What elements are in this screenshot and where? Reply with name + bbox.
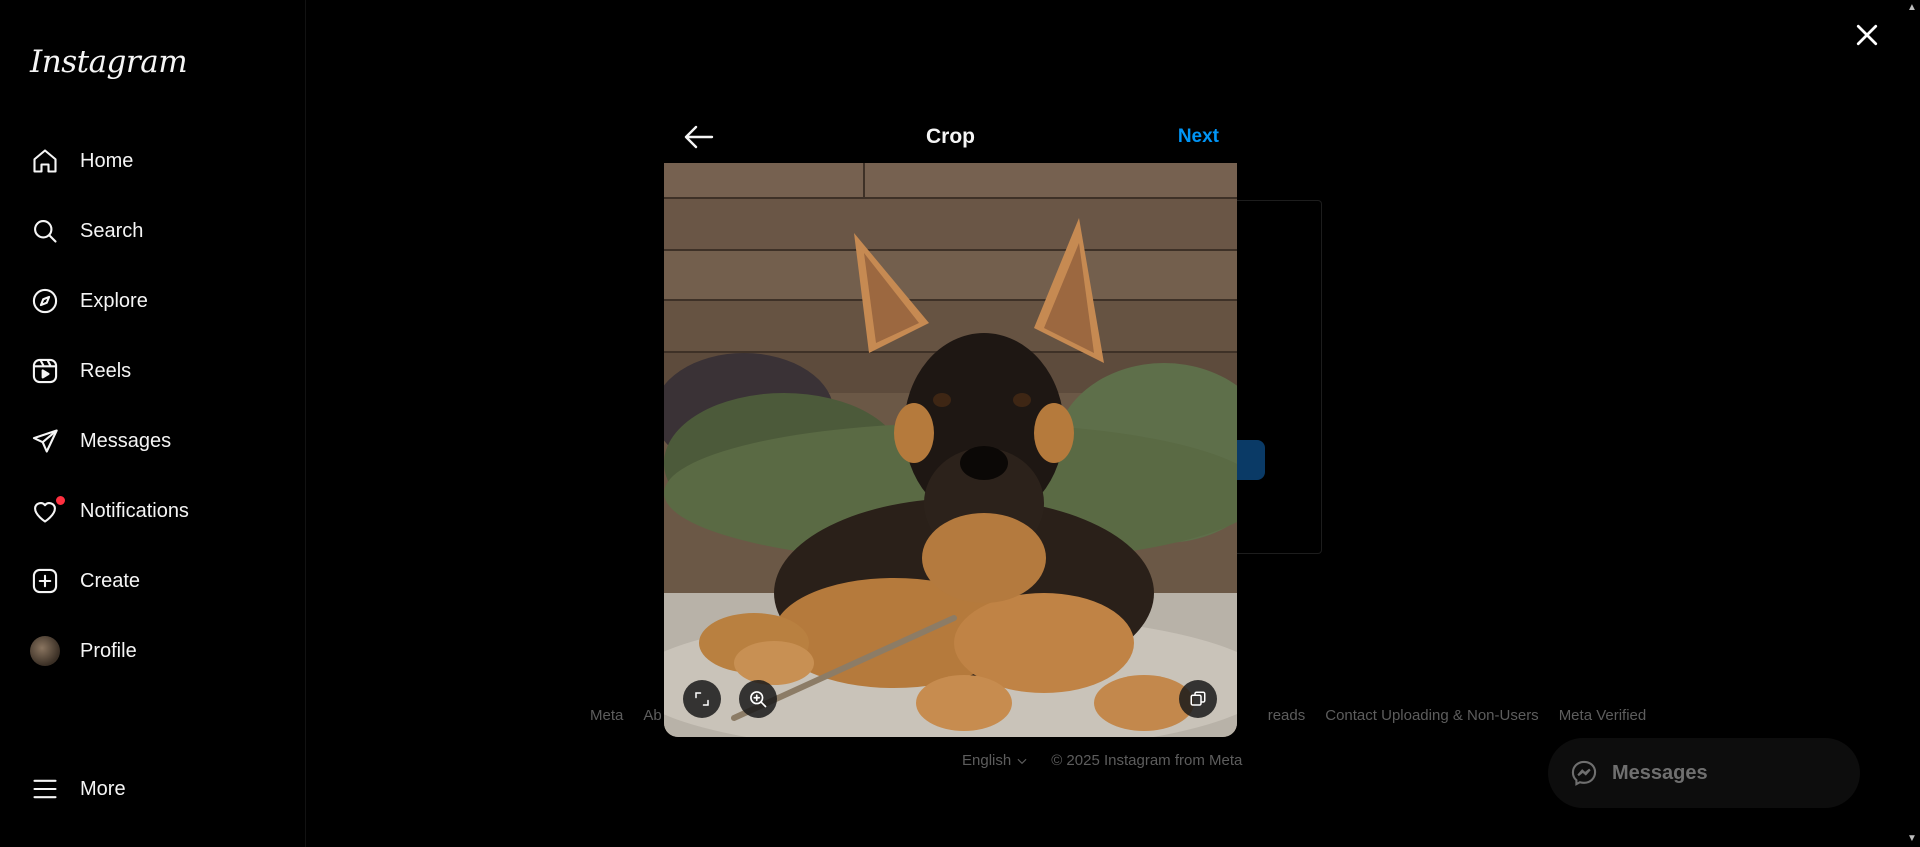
sidebar-item-profile[interactable]: Profile <box>0 624 305 678</box>
aspect-ratio-button[interactable] <box>683 680 721 718</box>
plus-square-icon <box>30 566 60 596</box>
footer-link[interactable]: reads <box>1268 707 1306 724</box>
sidebar-item-label: Messages <box>80 429 172 452</box>
sidebar-item-label: Profile <box>80 639 137 662</box>
next-button[interactable]: Next <box>1178 126 1219 148</box>
modal-header: Crop Next <box>664 112 1237 163</box>
sidebar-item-label: Notifications <box>80 499 189 522</box>
instagram-logo[interactable]: Instagram <box>30 44 188 80</box>
scroll-up-icon[interactable]: ▲ <box>1906 2 1918 13</box>
sidebar-item-label: Explore <box>80 289 148 312</box>
notification-dot <box>55 495 66 506</box>
zoom-button[interactable] <box>739 680 777 718</box>
sidebar-item-reels[interactable]: Reels <box>0 344 305 398</box>
sidebar-item-notifications[interactable]: Notifications <box>0 484 305 538</box>
sidebar-item-create[interactable]: Create <box>0 554 305 608</box>
footer-link[interactable]: Ab <box>643 707 661 724</box>
gallery-icon <box>1190 691 1206 706</box>
sidebar-item-more[interactable]: More <box>0 762 305 816</box>
avatar <box>30 636 60 666</box>
close-icon <box>1856 24 1878 46</box>
copyright: © 2025 Instagram from Meta <box>1051 752 1243 769</box>
sidebar-item-messages[interactable]: Messages <box>0 414 305 468</box>
modal-title: Crop <box>926 125 975 148</box>
messages-pill[interactable]: Messages <box>1548 738 1860 808</box>
close-button[interactable] <box>1852 20 1882 50</box>
footer-link[interactable]: Meta <box>590 707 623 724</box>
search-icon <box>30 216 60 246</box>
compass-icon <box>30 286 60 316</box>
multi-select-button[interactable] <box>1179 680 1217 718</box>
footer-link[interactable]: Contact Uploading & Non-Users <box>1325 707 1538 724</box>
expand-icon <box>695 692 709 706</box>
menu-icon <box>30 774 60 804</box>
sidebar-item-label: Reels <box>80 359 132 382</box>
messages-pill-label: Messages <box>1612 761 1708 784</box>
sidebar-item-explore[interactable]: Explore <box>0 274 305 328</box>
sidebar-item-label: Home <box>80 149 134 172</box>
language-select[interactable]: English <box>962 752 1029 769</box>
sidebar-item-home[interactable]: Home <box>0 134 305 188</box>
footer-link[interactable]: Meta Verified <box>1559 707 1647 724</box>
sidebar-nav: Home Search Explore Reels Messages Notif… <box>0 134 305 694</box>
sidebar-item-label: More <box>80 777 126 800</box>
crop-modal: Crop Next <box>664 112 1237 737</box>
scroll-down-icon[interactable]: ▼ <box>1906 833 1918 844</box>
paper-plane-icon <box>30 426 60 456</box>
photo-preview[interactable] <box>664 163 1237 737</box>
sidebar-item-label: Create <box>80 569 141 592</box>
sidebar-item-label: Search <box>80 219 144 242</box>
sidebar-item-search[interactable]: Search <box>0 204 305 258</box>
messenger-icon <box>1571 760 1597 786</box>
zoom-in-icon <box>750 691 767 708</box>
footer-bottom: English © 2025 Instagram from Meta <box>962 752 1242 769</box>
dog-photo <box>664 163 1237 737</box>
reels-icon <box>30 356 60 386</box>
home-icon <box>30 146 60 176</box>
language-label: English <box>962 752 1012 769</box>
sidebar: Instagram Home Search Explore Reels Mess… <box>0 0 306 847</box>
chevron-down-icon <box>1017 758 1027 764</box>
